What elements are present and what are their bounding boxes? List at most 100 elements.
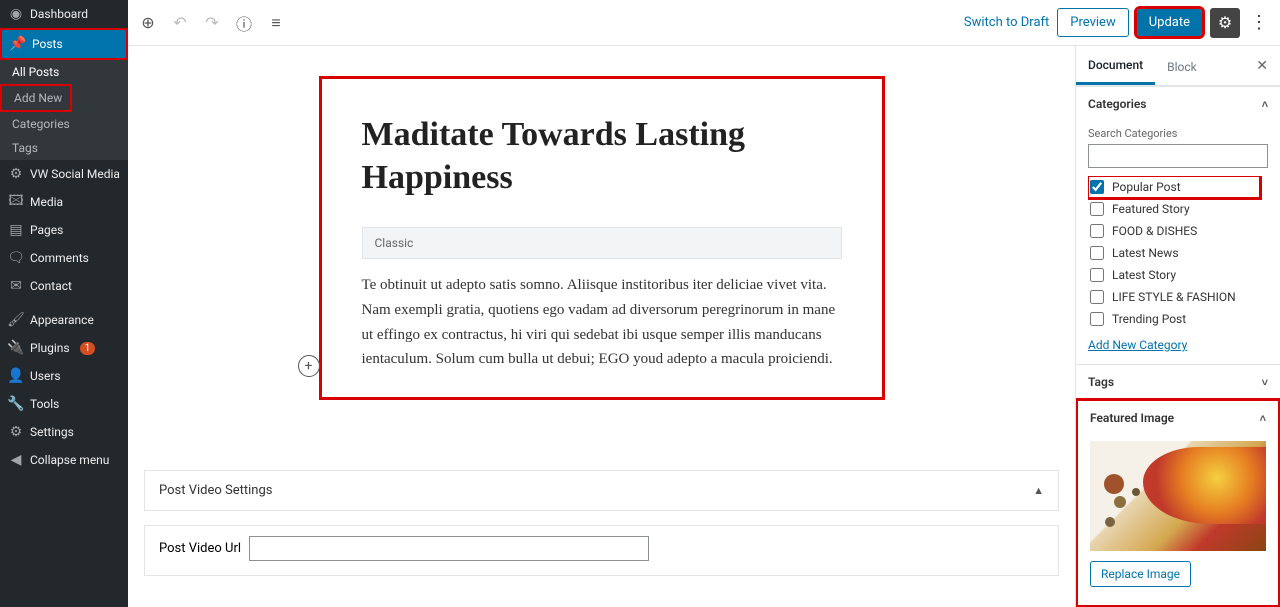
category-checkbox[interactable] (1090, 202, 1104, 216)
category-item[interactable]: Latest Story (1088, 264, 1260, 286)
sidebar-item-users[interactable]: 👤 Users (0, 362, 128, 390)
main-area: ⊕ ↶ ↷ ⓘ ≡ Switch to Draft Preview Update… (128, 0, 1280, 607)
submenu-all-posts[interactable]: All Posts (0, 60, 128, 84)
plugins-update-badge: 1 (80, 342, 96, 355)
video-url-label: Post Video Url (159, 541, 241, 556)
search-categories-input[interactable] (1088, 144, 1268, 168)
category-label: Trending Post (1112, 312, 1186, 326)
chevron-up-icon: ▲ (1033, 484, 1044, 497)
redo-icon[interactable]: ↷ (202, 13, 222, 33)
sidebar-tabs: Document Block ✕ (1076, 46, 1280, 86)
page-icon: ▤ (8, 222, 24, 238)
sidebar-label: Comments (30, 251, 89, 265)
brush-icon: 🖌 (8, 312, 24, 328)
tags-panel-header[interactable]: Tags ˅ (1076, 364, 1280, 399)
post-video-url-panel: Post Video Url (144, 525, 1059, 576)
comment-icon: 🗨 (8, 250, 24, 266)
sidebar-item-posts[interactable]: 📌 Posts (0, 28, 128, 60)
sidebar-label: Plugins (30, 341, 70, 355)
outline-icon[interactable]: ≡ (266, 13, 286, 33)
user-icon: 👤 (8, 368, 24, 384)
sidebar-collapse[interactable]: ◀ Collapse menu (0, 446, 128, 474)
sidebar-item-social[interactable]: ⚙ VW Social Media (0, 160, 128, 188)
pin-icon: 📌 (10, 36, 26, 52)
post-title[interactable]: Maditate Towards Lasting Happiness (362, 114, 842, 199)
gear-icon: ⚙ (1218, 13, 1232, 32)
posts-submenu: All Posts Add New Categories Tags (0, 60, 128, 160)
featured-image-header[interactable]: Featured Image ˄ (1078, 401, 1278, 435)
add-new-category-link[interactable]: Add New Category (1088, 338, 1187, 352)
preview-button[interactable]: Preview (1057, 8, 1128, 37)
add-block-icon[interactable]: ⊕ (138, 13, 158, 33)
category-checkbox[interactable] (1090, 268, 1104, 282)
submenu-add-new[interactable]: Add New (0, 84, 72, 112)
categories-scroll[interactable]: Popular Post Featured Story FOOD & DISHE… (1088, 176, 1268, 330)
sidebar-label: Appearance (30, 313, 94, 327)
panel-title: Tags (1088, 375, 1114, 389)
featured-image-thumbnail[interactable] (1090, 441, 1266, 551)
panel-toggle[interactable]: Post Video Settings ▲ (145, 471, 1058, 510)
category-checkbox[interactable] (1090, 224, 1104, 238)
more-options-button[interactable]: ⋮ (1248, 12, 1270, 33)
category-item[interactable]: Latest News (1088, 242, 1260, 264)
submenu-categories[interactable]: Categories (0, 112, 128, 136)
categories-panel-header[interactable]: Categories ˄ (1076, 86, 1280, 121)
sidebar-label: Settings (30, 425, 74, 439)
sidebar-label: Posts (32, 37, 63, 51)
add-block-handle[interactable]: + (298, 355, 320, 377)
category-label: Featured Story (1112, 202, 1190, 216)
sidebar-item-appearance[interactable]: 🖌 Appearance (0, 306, 128, 334)
post-body[interactable]: Te obtinuit ut adepto satis somno. Aliis… (362, 273, 842, 372)
share-icon: ⚙ (8, 166, 24, 182)
sidebar-item-tools[interactable]: 🔧 Tools (0, 390, 128, 418)
sidebar-label: Collapse menu (30, 453, 109, 467)
category-item[interactable]: Featured Story (1088, 198, 1260, 220)
sidebar-item-pages[interactable]: ▤ Pages (0, 216, 128, 244)
sidebar-item-plugins[interactable]: 🔌 Plugins 1 (0, 334, 128, 362)
chevron-up-icon: ˄ (1262, 98, 1268, 111)
mail-icon: ✉ (8, 278, 24, 294)
replace-image-button[interactable]: Replace Image (1090, 561, 1191, 587)
undo-icon[interactable]: ↶ (170, 13, 190, 33)
category-label: Latest Story (1112, 268, 1176, 282)
wrench-icon: 🔧 (8, 396, 24, 412)
sidebar-item-settings[interactable]: ⚙ Settings (0, 418, 128, 446)
classic-block-header[interactable]: Classic (362, 227, 842, 259)
category-checkbox[interactable] (1090, 180, 1104, 194)
category-checkbox[interactable] (1090, 312, 1104, 326)
sidebar-item-dashboard[interactable]: ◉ Dashboard (0, 0, 128, 28)
categories-panel-body: Search Categories Popular Post Featured … (1076, 121, 1280, 364)
update-button[interactable]: Update (1137, 9, 1202, 36)
settings-gear-button[interactable]: ⚙ (1210, 8, 1240, 38)
workspace: Maditate Towards Lasting Happiness Class… (128, 46, 1280, 607)
video-url-input[interactable] (249, 536, 649, 561)
info-icon[interactable]: ⓘ (234, 13, 254, 33)
category-item[interactable]: FOOD & DISHES (1088, 220, 1260, 242)
category-item[interactable]: Trending Post (1088, 308, 1260, 330)
chevron-up-icon: ˄ (1260, 412, 1266, 425)
plugin-icon: 🔌 (8, 340, 24, 356)
submenu-tags[interactable]: Tags (0, 136, 128, 160)
sidebar-item-media[interactable]: 🖾 Media (0, 188, 128, 216)
editor-topbar: ⊕ ↶ ↷ ⓘ ≡ Switch to Draft Preview Update… (128, 0, 1280, 46)
panel-title: Featured Image (1090, 411, 1174, 425)
category-checkbox[interactable] (1090, 246, 1104, 260)
switch-to-draft-link[interactable]: Switch to Draft (964, 15, 1049, 30)
category-item[interactable]: LIFE STYLE & FASHION (1088, 286, 1260, 308)
sidebar-item-contact[interactable]: ✉ Contact (0, 272, 128, 300)
collapse-icon: ◀ (8, 452, 24, 468)
media-icon: 🖾 (8, 194, 24, 210)
editor-scroll[interactable]: Maditate Towards Lasting Happiness Class… (128, 46, 1075, 607)
close-sidebar-button[interactable]: ✕ (1244, 50, 1280, 82)
chevron-down-icon: ˅ (1262, 376, 1268, 389)
sidebar-label: Tools (30, 397, 59, 411)
category-item-popular-post[interactable]: Popular Post (1088, 176, 1260, 198)
sidebar-item-comments[interactable]: 🗨 Comments (0, 244, 128, 272)
tab-document[interactable]: Document (1076, 46, 1155, 85)
category-checkbox[interactable] (1090, 290, 1104, 304)
category-label: Latest News (1112, 246, 1179, 260)
sliders-icon: ⚙ (8, 424, 24, 440)
panel-title: Categories (1088, 97, 1146, 111)
category-label: FOOD & DISHES (1112, 224, 1197, 238)
tab-block[interactable]: Block (1155, 48, 1209, 84)
